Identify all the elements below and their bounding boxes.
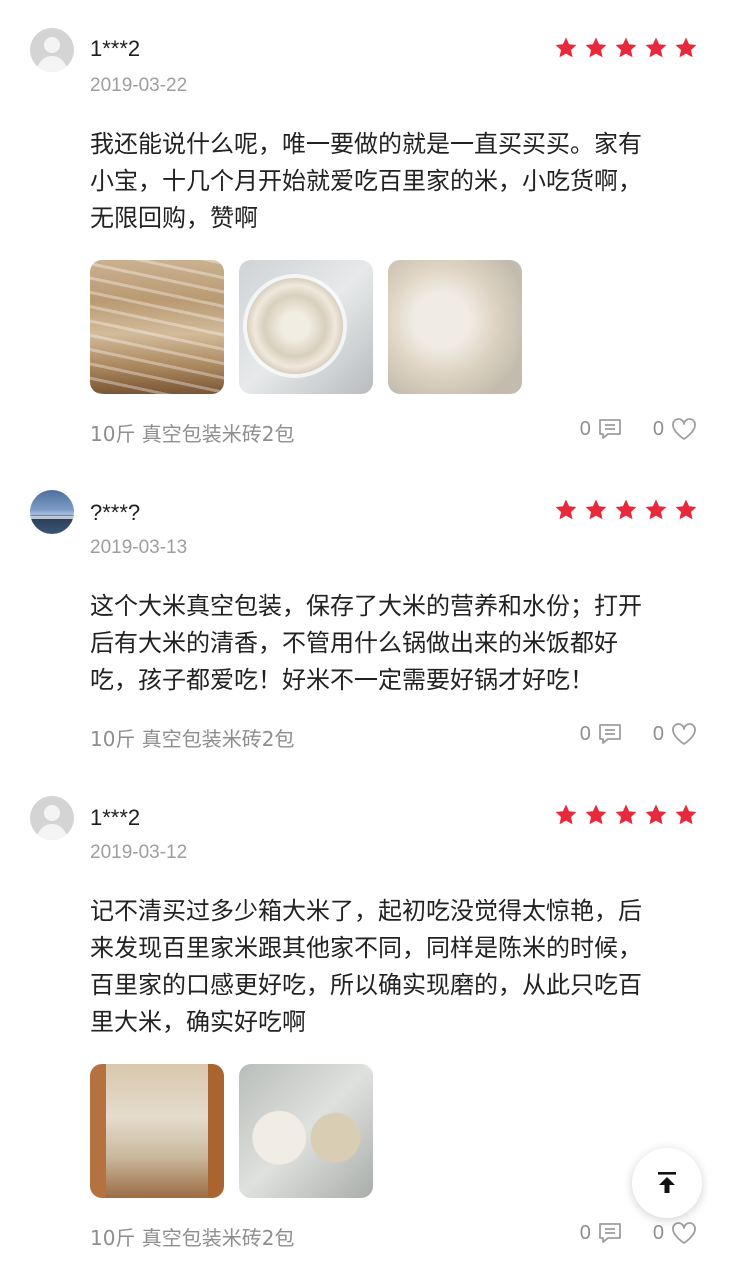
heart-icon xyxy=(672,1222,696,1244)
like-button[interactable]: 0 xyxy=(653,721,698,747)
comment-icon xyxy=(598,1223,621,1243)
review-actions: 0 0 xyxy=(580,416,698,442)
review-content: 记不清买过多少箱大米了，起初吃没觉得太惊艳，后 来发现百里家米跟其他家不同，同样… xyxy=(90,897,642,1036)
back-to-top-button[interactable] xyxy=(632,1148,702,1218)
review-username: 1***2 xyxy=(90,805,141,830)
review-username: ?***? xyxy=(90,500,141,525)
review-actions: 0 0 xyxy=(580,1220,698,1246)
review-photo[interactable] xyxy=(90,1064,224,1198)
review-content: 这个大米真空包装，保存了大米的营养和水份；打开 后有大米的清香，不管用什么锅做出… xyxy=(90,592,642,694)
avatar[interactable] xyxy=(30,28,74,72)
arrow-up-to-top-icon xyxy=(658,1172,676,1193)
product-spec: 10斤 真空包装米砖2包 xyxy=(90,727,295,751)
comment-icon xyxy=(598,419,621,439)
product-spec: 10斤 真空包装米砖2包 xyxy=(90,1226,295,1250)
review-images xyxy=(90,260,522,394)
like-button[interactable]: 0 xyxy=(653,1220,698,1246)
default-user-icon xyxy=(44,805,60,821)
heart-icon xyxy=(672,418,696,440)
review-photo[interactable] xyxy=(388,260,522,394)
star-icon xyxy=(675,804,697,825)
star-rating xyxy=(554,803,698,827)
star-icon xyxy=(615,499,637,520)
review-date: 2019-03-13 xyxy=(90,537,188,558)
star-icon xyxy=(675,37,697,58)
heart-icon xyxy=(672,723,696,745)
star-icon xyxy=(585,804,607,825)
like-count: 0 xyxy=(652,417,664,440)
review-photo[interactable] xyxy=(239,260,373,394)
star-icon xyxy=(645,499,667,520)
star-icon xyxy=(645,37,667,58)
review-content: 我还能说什么呢，唯一要做的就是一直买买买。家有 小宝，十几个月开始就爱吃百里家的… xyxy=(90,130,642,232)
comment-count: 0 xyxy=(579,722,591,745)
landscape-avatar xyxy=(30,516,74,519)
review-photo[interactable] xyxy=(90,260,224,394)
star-rating xyxy=(554,498,698,522)
comment-icon xyxy=(598,724,621,744)
like-count: 0 xyxy=(652,722,664,745)
star-icon xyxy=(555,499,577,520)
review-images xyxy=(90,1064,373,1198)
star-icon xyxy=(555,804,577,825)
review-date: 2019-03-22 xyxy=(90,75,188,96)
like-count: 0 xyxy=(652,1221,664,1244)
review-username: 1***2 xyxy=(90,36,141,61)
default-user-icon xyxy=(44,37,60,53)
avatar[interactable] xyxy=(30,490,74,534)
review-date: 2019-03-12 xyxy=(90,842,188,863)
review-actions: 0 0 xyxy=(580,721,698,747)
avatar[interactable] xyxy=(30,796,74,840)
like-button[interactable]: 0 xyxy=(653,416,698,442)
star-icon xyxy=(615,804,637,825)
comment-count: 0 xyxy=(579,1221,591,1244)
star-icon xyxy=(555,37,577,58)
star-icon xyxy=(675,499,697,520)
star-icon xyxy=(585,499,607,520)
comment-button[interactable]: 0 xyxy=(580,1220,623,1246)
product-spec: 10斤 真空包装米砖2包 xyxy=(90,422,295,446)
star-icon xyxy=(615,37,637,58)
comment-button[interactable]: 0 xyxy=(580,721,623,747)
comment-button[interactable]: 0 xyxy=(580,416,623,442)
star-icon xyxy=(585,37,607,58)
star-rating xyxy=(554,36,698,60)
comment-count: 0 xyxy=(579,417,591,440)
review-photo[interactable] xyxy=(239,1064,373,1198)
star-icon xyxy=(645,804,667,825)
